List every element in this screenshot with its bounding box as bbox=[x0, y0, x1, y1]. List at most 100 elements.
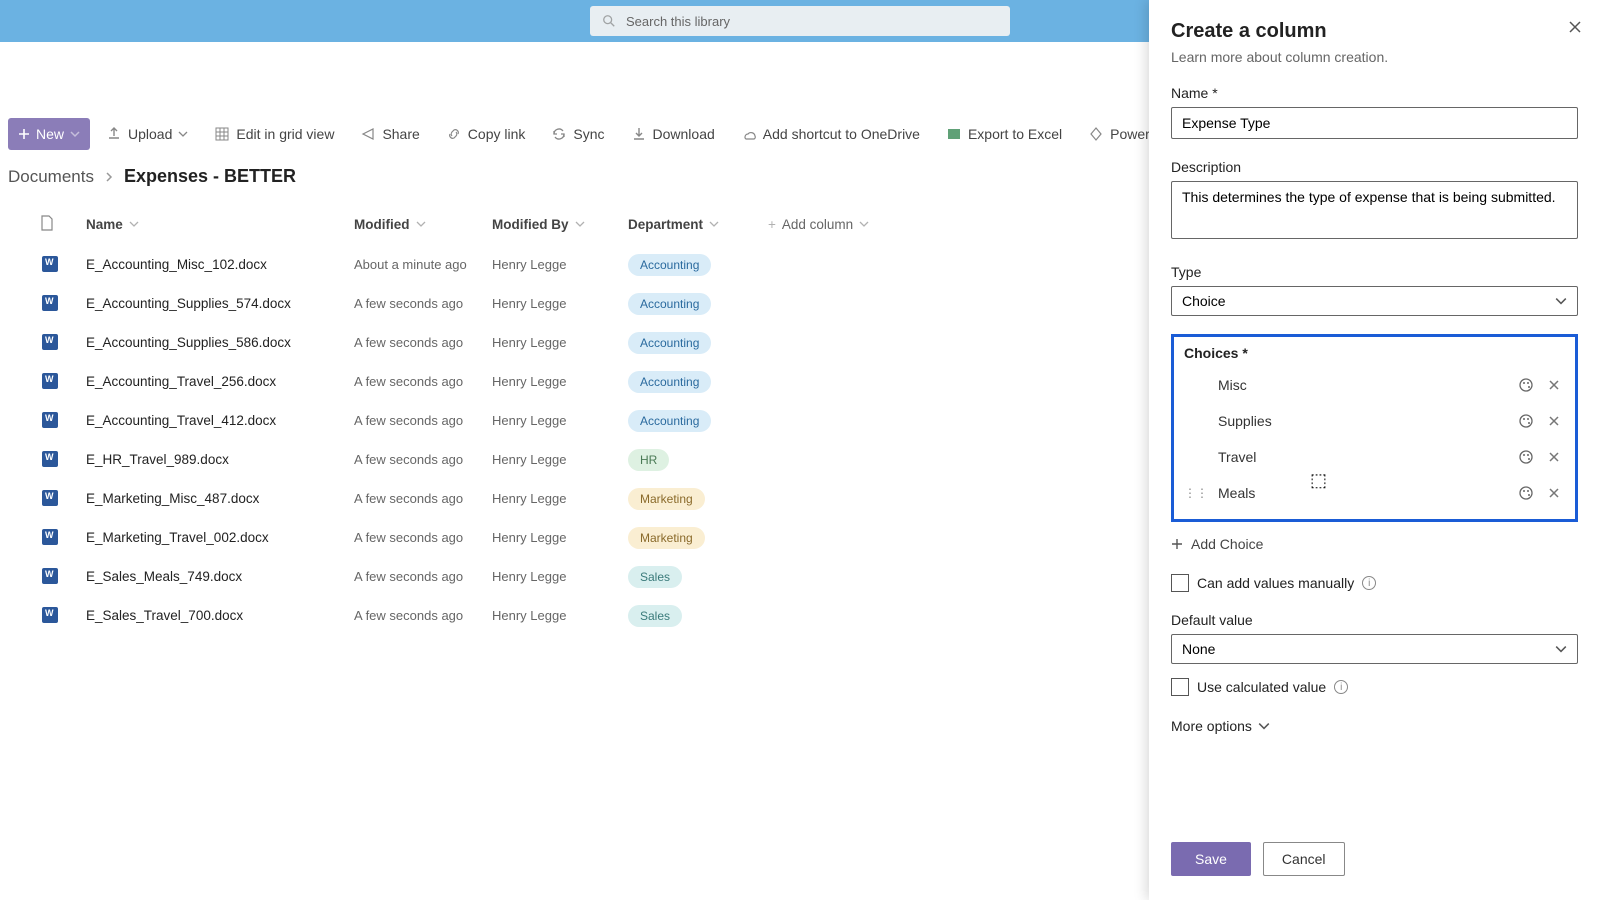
word-doc-icon bbox=[40, 527, 60, 547]
download-icon bbox=[631, 126, 647, 142]
document-icon bbox=[40, 215, 54, 231]
choice-row[interactable]: ⋮⋮Supplies bbox=[1180, 403, 1569, 439]
default-value-text: None bbox=[1182, 641, 1215, 657]
choice-row[interactable]: ⋮⋮Misc bbox=[1180, 367, 1569, 403]
modified-by-text: Henry Legge bbox=[492, 452, 566, 467]
share-icon bbox=[360, 126, 376, 142]
word-doc-icon bbox=[40, 332, 60, 352]
chevron-down-icon bbox=[709, 219, 719, 229]
search-box[interactable]: Search this library bbox=[590, 6, 1010, 36]
modified-text: A few seconds ago bbox=[354, 296, 463, 311]
modified-by-text: Henry Legge bbox=[492, 374, 566, 389]
use-calculated-checkbox[interactable]: Use calculated value i bbox=[1171, 678, 1578, 696]
remove-choice-button[interactable] bbox=[1543, 374, 1565, 396]
shortcut-label: Add shortcut to OneDrive bbox=[763, 126, 920, 142]
file-name[interactable]: E_Accounting_Travel_256.docx bbox=[86, 374, 276, 389]
modified-by-text: Henry Legge bbox=[492, 335, 566, 350]
sync-button[interactable]: Sync bbox=[541, 118, 614, 150]
edit-grid-label: Edit in grid view bbox=[236, 126, 334, 142]
name-input[interactable] bbox=[1171, 107, 1578, 139]
color-palette-icon[interactable] bbox=[1515, 446, 1537, 468]
chevron-down-icon bbox=[1258, 720, 1270, 732]
file-name[interactable]: E_Marketing_Misc_487.docx bbox=[86, 491, 259, 506]
description-input[interactable]: This determines the type of expense that… bbox=[1171, 181, 1578, 239]
shortcut-button[interactable]: Add shortcut to OneDrive bbox=[731, 118, 930, 150]
export-excel-button[interactable]: Export to Excel bbox=[936, 118, 1072, 150]
modified-header[interactable]: Modified bbox=[354, 217, 492, 232]
remove-choice-button[interactable] bbox=[1543, 446, 1565, 468]
department-pill: HR bbox=[628, 449, 669, 471]
color-palette-icon[interactable] bbox=[1515, 482, 1537, 504]
share-button[interactable]: Share bbox=[350, 118, 429, 150]
drag-handle-icon[interactable]: ⋮⋮ bbox=[1184, 486, 1198, 500]
file-name[interactable]: E_Marketing_Travel_002.docx bbox=[86, 530, 269, 545]
edit-grid-button[interactable]: Edit in grid view bbox=[204, 118, 344, 150]
choice-text[interactable]: Misc bbox=[1204, 377, 1509, 393]
remove-choice-button[interactable] bbox=[1543, 482, 1565, 504]
file-name[interactable]: E_Accounting_Misc_102.docx bbox=[86, 257, 267, 272]
search-placeholder: Search this library bbox=[626, 14, 730, 29]
description-label: Description bbox=[1171, 159, 1578, 175]
use-calculated-label: Use calculated value bbox=[1197, 679, 1326, 695]
chevron-down-icon bbox=[1555, 295, 1567, 307]
powerapps-icon bbox=[1088, 126, 1104, 142]
file-name[interactable]: E_Sales_Meals_749.docx bbox=[86, 569, 242, 584]
modified-text: A few seconds ago bbox=[354, 608, 463, 623]
file-name[interactable]: E_Accounting_Travel_412.docx bbox=[86, 413, 276, 428]
color-palette-icon[interactable] bbox=[1515, 410, 1537, 432]
plus-icon bbox=[18, 128, 30, 140]
new-button[interactable]: New bbox=[8, 118, 90, 150]
breadcrumb-parent[interactable]: Documents bbox=[8, 167, 94, 187]
remove-choice-button[interactable] bbox=[1543, 410, 1565, 432]
modified-by-text: Henry Legge bbox=[492, 530, 566, 545]
copy-link-label: Copy link bbox=[468, 126, 526, 142]
choices-section: Choices * ⋮⋮Misc⋮⋮Supplies⋮⋮Travel⋮⋮Meal… bbox=[1171, 334, 1578, 522]
new-label: New bbox=[36, 126, 64, 142]
modified-by-header[interactable]: Modified By bbox=[492, 217, 628, 232]
copy-link-button[interactable]: Copy link bbox=[436, 118, 536, 150]
can-add-manually-label: Can add values manually bbox=[1197, 575, 1354, 591]
file-type-header[interactable] bbox=[40, 215, 86, 234]
add-column-header[interactable]: +Add column bbox=[768, 217, 888, 232]
search-icon bbox=[602, 14, 616, 28]
checkbox-icon bbox=[1171, 574, 1189, 592]
department-pill: Accounting bbox=[628, 332, 711, 354]
panel-footer: Save Cancel bbox=[1149, 826, 1600, 900]
type-select[interactable]: Choice bbox=[1171, 286, 1578, 316]
choice-text[interactable]: Meals bbox=[1204, 485, 1509, 501]
save-button[interactable]: Save bbox=[1171, 842, 1251, 876]
download-label: Download bbox=[653, 126, 715, 142]
close-button[interactable] bbox=[1568, 20, 1582, 39]
onedrive-icon bbox=[741, 126, 757, 142]
modified-by-text: Henry Legge bbox=[492, 491, 566, 506]
choice-row[interactable]: ⋮⋮Travel bbox=[1180, 439, 1569, 475]
choice-text[interactable]: Travel bbox=[1204, 449, 1509, 465]
cancel-button[interactable]: Cancel bbox=[1263, 842, 1345, 876]
department-header[interactable]: Department bbox=[628, 217, 768, 232]
download-button[interactable]: Download bbox=[621, 118, 725, 150]
info-icon[interactable]: i bbox=[1334, 680, 1348, 694]
modified-text: A few seconds ago bbox=[354, 491, 463, 506]
modified-by-text: Henry Legge bbox=[492, 569, 566, 584]
file-name[interactable]: E_HR_Travel_989.docx bbox=[86, 452, 229, 467]
default-value-select[interactable]: None bbox=[1171, 634, 1578, 664]
color-palette-icon[interactable] bbox=[1515, 374, 1537, 396]
info-icon[interactable]: i bbox=[1362, 576, 1376, 590]
choice-row[interactable]: ⋮⋮ Meals bbox=[1180, 475, 1569, 511]
department-pill: Marketing bbox=[628, 527, 705, 549]
type-value: Choice bbox=[1182, 293, 1226, 309]
more-options-toggle[interactable]: More options bbox=[1171, 718, 1578, 734]
choice-text[interactable]: Supplies bbox=[1204, 413, 1509, 429]
type-label: Type bbox=[1171, 264, 1578, 280]
more-options-label: More options bbox=[1171, 718, 1252, 734]
share-label: Share bbox=[382, 126, 419, 142]
can-add-manually-checkbox[interactable]: Can add values manually i bbox=[1171, 574, 1578, 592]
add-choice-button[interactable]: Add Choice bbox=[1171, 536, 1578, 552]
name-header[interactable]: Name bbox=[86, 217, 354, 232]
default-value-label: Default value bbox=[1171, 612, 1578, 628]
file-name[interactable]: E_Accounting_Supplies_586.docx bbox=[86, 335, 291, 350]
file-name[interactable]: E_Accounting_Supplies_574.docx bbox=[86, 296, 291, 311]
file-name[interactable]: E_Sales_Travel_700.docx bbox=[86, 608, 243, 623]
learn-more-link[interactable]: Learn more about column creation. bbox=[1171, 49, 1578, 65]
upload-button[interactable]: Upload bbox=[96, 118, 198, 150]
